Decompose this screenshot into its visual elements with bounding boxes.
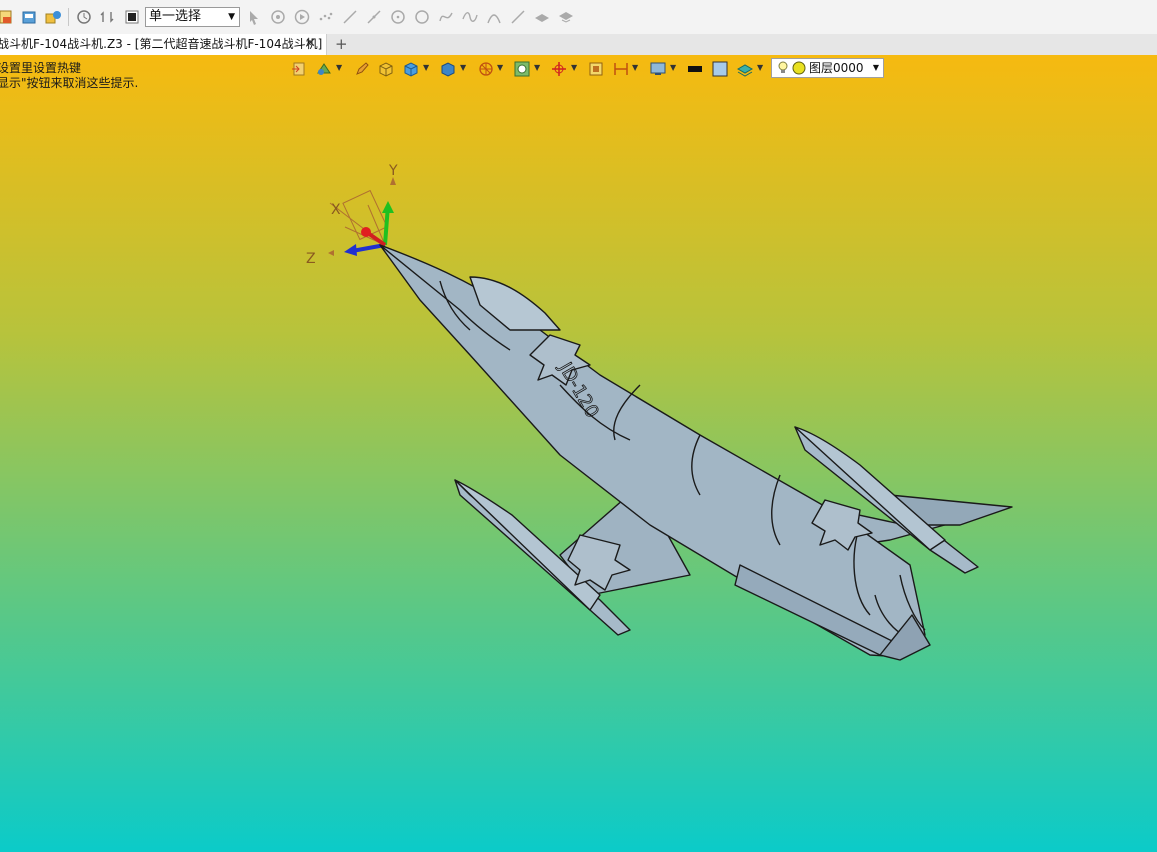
document-tab-bar: 战斗机F-104战斗机.Z3 - [第二代超音速战斗机F-104战斗机] ✕ +	[0, 34, 1157, 56]
selection-mode-value: 单一选择	[149, 9, 202, 24]
undo-redo-icon[interactable]	[99, 9, 115, 25]
aircraft-model[interactable]: Y X Z JD-120	[0, 55, 1157, 852]
open-file-icon[interactable]	[21, 9, 37, 25]
toolbar-separator	[68, 8, 69, 26]
axis-label-z: Z	[306, 251, 316, 267]
close-icon[interactable]: ✕	[305, 34, 316, 54]
line2-icon[interactable]	[366, 9, 382, 25]
points-icon[interactable]	[318, 9, 334, 25]
filter-icon[interactable]	[270, 9, 286, 25]
import-icon[interactable]	[45, 9, 61, 25]
circle-icon[interactable]	[414, 9, 430, 25]
history-icon[interactable]	[76, 9, 92, 25]
spline-icon[interactable]	[462, 9, 478, 25]
axis-label-y: Y	[388, 163, 398, 179]
main-toolbar: 单一选择 ▼	[0, 0, 1157, 35]
chevron-down-icon: ▼	[228, 12, 235, 22]
tab-title: 战斗机F-104战斗机.Z3 - [第二代超音速战斗机F-104战斗机]	[0, 37, 323, 51]
mesh-icon[interactable]	[558, 9, 574, 25]
axis-label-x: X	[331, 202, 341, 218]
stop-icon[interactable]	[124, 9, 140, 25]
selection-mode-select[interactable]: 单一选择 ▼	[145, 7, 240, 27]
arc-icon[interactable]	[486, 9, 502, 25]
new-file-icon[interactable]	[0, 9, 14, 25]
play-icon[interactable]	[294, 9, 310, 25]
line-icon[interactable]	[342, 9, 358, 25]
tab-document[interactable]: 战斗机F-104战斗机.Z3 - [第二代超音速战斗机F-104战斗机] ✕	[0, 34, 327, 55]
circle-center-icon[interactable]	[390, 9, 406, 25]
curve-icon[interactable]	[438, 9, 454, 25]
select-cursor-icon[interactable]	[246, 9, 262, 25]
line3-icon[interactable]	[510, 9, 526, 25]
aircraft-body: JD-120	[379, 244, 1013, 661]
surface-icon[interactable]	[534, 9, 550, 25]
new-tab-button[interactable]: +	[335, 34, 348, 54]
3d-viewport[interactable]: 设置里设置热键 显示"按钮来取消这些提示. ▼ ▼ ▼ ▼ ▼ ▼ ▼ ▼ ▼ …	[0, 55, 1157, 852]
